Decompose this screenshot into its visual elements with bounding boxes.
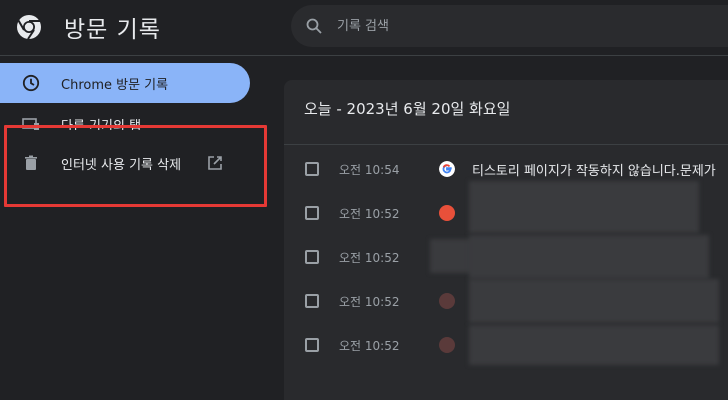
tistory-icon xyxy=(439,205,455,221)
trash-icon xyxy=(25,155,37,170)
row-checkbox[interactable] xyxy=(305,206,319,220)
history-row[interactable]: 오전 10:52 xyxy=(284,235,728,279)
sidebar: Chrome 방문 기록 다른 기기의 탭 인터넷 사용 기록 삭제 xyxy=(0,56,270,381)
tistory-icon xyxy=(439,293,455,309)
blurred-title xyxy=(469,325,719,365)
sidebar-item-label: 다른 기기의 탭 xyxy=(61,119,142,130)
sidebar-item-label: 인터넷 사용 기록 삭제 xyxy=(61,158,182,173)
visit-time: 오전 10:52 xyxy=(339,295,400,309)
page-link[interactable]: 티스토리 페이지가 작동하지 않습니다.문제가 xyxy=(472,160,716,179)
sidebar-item-label: Chrome 방문 기록 xyxy=(61,78,169,93)
date-header: 오늘 - 2023년 6월 20일 화요일 xyxy=(304,100,511,118)
row-checkbox[interactable] xyxy=(305,250,319,264)
visit-time: 오전 10:52 xyxy=(339,251,400,265)
sidebar-item-chrome-history[interactable]: Chrome 방문 기록 xyxy=(0,63,250,103)
open-in-new-icon xyxy=(208,156,222,170)
history-row[interactable]: 오전 10:52 xyxy=(284,181,728,235)
search-bar[interactable] xyxy=(291,5,728,47)
blurred-title xyxy=(469,279,719,323)
visit-time: 오전 10:54 xyxy=(339,163,400,177)
search-input[interactable] xyxy=(337,5,717,47)
visit-time: 오전 10:52 xyxy=(339,339,400,353)
row-checkbox[interactable] xyxy=(305,338,319,352)
tistory-icon xyxy=(439,337,455,353)
chrome-logo-icon xyxy=(17,15,41,40)
page-title: 방문 기록 xyxy=(64,17,161,43)
visit-time: 오전 10:52 xyxy=(339,207,400,221)
sidebar-item-other-devices[interactable]: 다른 기기의 탭 xyxy=(0,112,250,130)
devices-icon xyxy=(22,118,39,130)
row-checkbox[interactable] xyxy=(305,294,319,308)
row-checkbox[interactable] xyxy=(305,162,319,176)
sidebar-item-clear-browsing-data[interactable]: 인터넷 사용 기록 삭제 xyxy=(0,143,250,183)
google-icon xyxy=(439,161,455,177)
history-card: 오늘 - 2023년 6월 20일 화요일 오전 10:54 티스토리 페이지가… xyxy=(284,80,728,400)
blurred-title xyxy=(469,181,699,233)
blurred-title xyxy=(469,235,709,279)
header: 방문 기록 xyxy=(0,0,728,56)
clock-icon xyxy=(22,74,40,92)
search-icon xyxy=(306,18,322,34)
history-row[interactable]: 오전 10:52 xyxy=(284,279,728,323)
history-row[interactable]: 오전 10:52 xyxy=(284,323,728,367)
divider xyxy=(284,144,728,145)
